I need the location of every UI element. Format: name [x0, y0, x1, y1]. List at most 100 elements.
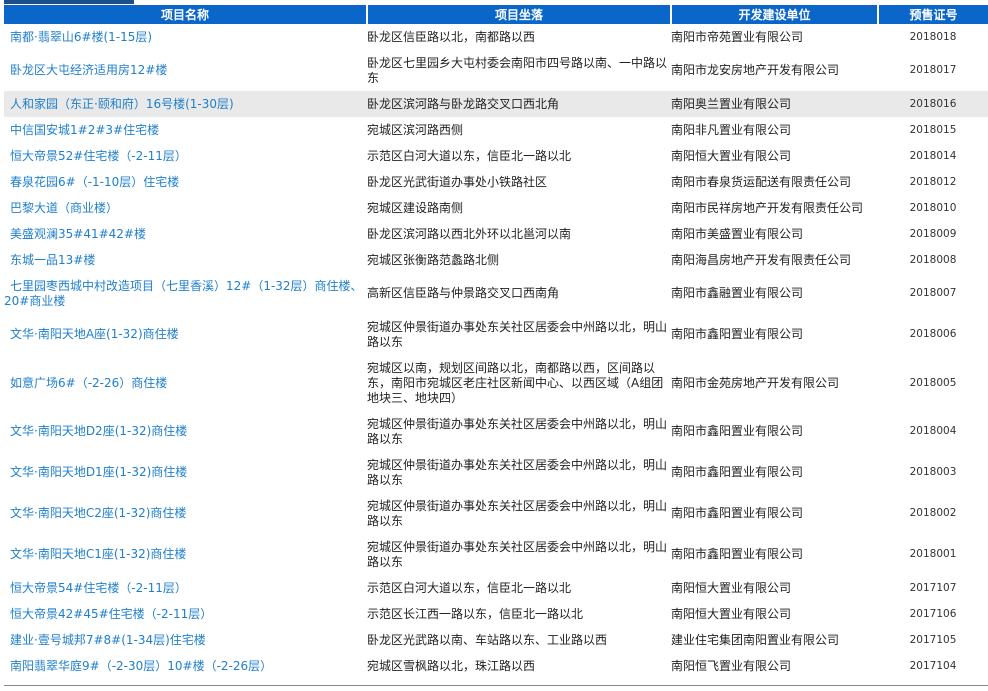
project-location: 宛城区仲景街道办事处东关社区居委会中州路以北，明山路以东 — [367, 457, 668, 487]
developer-name: 南阳恒大置业有限公司 — [671, 580, 792, 595]
section-title-bar — [4, 0, 134, 4]
presale-cert-number: 2017104 — [909, 659, 957, 672]
table-row: 恒大帝景54#住宅楼（-2-11层） 示范区白河大道以东，信臣北一路以北 南阳恒大置… — [4, 575, 988, 601]
project-location: 高新区信臣路与仲景路交叉口西南角 — [367, 286, 560, 300]
project-name-link[interactable]: 如意广场6#（-2-26）商住楼 — [4, 355, 367, 411]
project-location: 卧龙区滨河路以西北外环以北邕河以南 — [367, 226, 572, 241]
project-name-link[interactable]: 文华·南阳天地D2座(1-32)商住楼 — [4, 411, 367, 452]
developer-name: 南阳市鑫阳置业有限公司 — [671, 465, 804, 479]
project-name-link[interactable]: 文华·南阳天地C1座(1-32)商住楼 — [4, 534, 367, 575]
table-row: 人和家园（东正·颐和府）16号楼(1-30层) 卧龙区滨河路与卧龙路交叉口西北角南… — [4, 91, 988, 117]
developer-name: 南阳市美盛置业有限公司 — [671, 226, 804, 241]
project-name-link[interactable]: 人和家园（东正·颐和府）16号楼(1-30层) — [4, 91, 367, 117]
project-name-link[interactable]: 春泉花园6#（-1-10层）住宅楼 — [4, 169, 367, 195]
presale-cert-number: 2018001 — [909, 548, 957, 560]
project-location: 宛城区仲景街道办事处东关社区居委会中州路以北，明山路以东 — [367, 498, 668, 528]
developer-name: 南阳市金苑房地产开发有限公司 — [671, 375, 840, 390]
developer-name: 南阳奥兰置业有限公司 — [671, 91, 878, 117]
presale-cert-number: 2018016 — [878, 91, 988, 117]
developer-name: 建业住宅集团南阳置业有限公司 — [671, 632, 840, 647]
project-name-link[interactable]: 文华·南阳天地C2座(1-32)商住楼 — [4, 493, 367, 534]
presale-cert-number: 2018004 — [909, 425, 957, 437]
project-location: 宛城区以南，规划区间路以北，南都路以西，区间路以东，南阳市宛城区老庄社区新闻中心… — [367, 360, 664, 405]
presale-cert-number: 2017105 — [909, 633, 957, 646]
project-location: 卧龙区滨河路与卧龙路交叉口西北角 — [367, 91, 671, 117]
project-location: 宛城区仲景街道办事处东关社区居委会中州路以北，明山路以东 — [367, 319, 668, 349]
developer-name: 南阳恒飞置业有限公司 — [671, 658, 792, 673]
table-bottom-divider — [4, 685, 988, 686]
presale-cert-number: 2018002 — [909, 507, 957, 519]
table-row: 七里园枣西城中村改造项目（七里香溪）12#（1-32层）商住楼、20#商业楼 高新… — [4, 273, 988, 314]
presale-cert-number: 2018018 — [909, 30, 957, 43]
project-name-link[interactable]: 巴黎大道（商业楼） — [4, 195, 367, 221]
project-location: 示范区白河大道以东，信臣北一路以北 — [367, 148, 572, 163]
project-name-link[interactable]: 文华·南阳天地A座(1-32)商住楼 — [4, 314, 367, 355]
table-row: 建业·壹号城邦7#8#(1-34层)住宅楼 卧龙区光武路以南、车站路以东、工业路以… — [4, 627, 988, 653]
presale-cert-number: 2018017 — [909, 64, 957, 76]
table-row: 文华·南阳天地C1座(1-32)商住楼 宛城区仲景街道办事处东关社区居委会中州路以… — [4, 534, 988, 575]
project-name-link[interactable]: 恒大帝景42#45#住宅楼（-2-11层） — [4, 601, 367, 627]
project-location: 卧龙区七里园乡大屯村委会南阳市四号路以南、一中路以东 — [367, 55, 668, 85]
presale-cert-number: 2018007 — [909, 287, 957, 299]
developer-name: 南阳非凡置业有限公司 — [671, 122, 792, 137]
table-body: 南都·翡翠山6#楼(1-15层) 卧龙区信臣路以北，南都路以西 南阳市帝苑置业有限公… — [4, 24, 988, 679]
presale-cert-number: 2018005 — [909, 376, 957, 389]
table-row: 文华·南阳天地A座(1-32)商住楼 宛城区仲景街道办事处东关社区居委会中州路以北… — [4, 314, 988, 355]
presale-cert-number: 2018010 — [909, 201, 957, 214]
developer-name: 南阳市民祥房地产开发有限责任公司 — [671, 200, 864, 215]
presale-table: 项目名称 项目坐落 开发建设单位 预售证号 南都·翡翠山6#楼(1-15层) 卧龙… — [4, 5, 988, 679]
project-name-link[interactable]: 建业·壹号城邦7#8#(1-34层)住宅楼 — [4, 627, 367, 653]
table-header-row: 项目名称 项目坐落 开发建设单位 预售证号 — [4, 5, 988, 24]
developer-name: 南阳海昌房地产开发有限责任公司 — [671, 252, 852, 267]
header-project-location: 项目坐落 — [367, 5, 672, 24]
table-row: 美盛观澜35#41#42#楼 卧龙区滨河路以西北外环以北邕河以南 南阳市美盛置业有限… — [4, 221, 988, 247]
table-row: 如意广场6#（-2-26）商住楼 宛城区以南，规划区间路以北，南都路以西，区间路以… — [4, 355, 988, 411]
developer-name: 南阳市鑫阳置业有限公司 — [671, 506, 804, 520]
project-location: 示范区长江西一路以东，信臣北一路以北 — [367, 606, 584, 621]
project-location: 卧龙区光武路以南、车站路以东、工业路以西 — [367, 632, 608, 647]
project-location: 宛城区雪枫路以北，珠江路以西 — [367, 658, 536, 673]
table-row: 恒大帝景52#住宅楼（-2-11层） 示范区白河大道以东，信臣北一路以北 南阳恒大置… — [4, 143, 988, 169]
project-location: 宛城区滨河路西侧 — [367, 122, 464, 137]
project-location: 宛城区建设路南侧 — [367, 200, 464, 215]
project-name-link[interactable]: 东城一品13#楼 — [4, 247, 367, 273]
table-row: 文华·南阳天地C2座(1-32)商住楼 宛城区仲景街道办事处东关社区居委会中州路以… — [4, 493, 988, 534]
developer-name: 南阳市鑫融置业有限公司 — [671, 286, 804, 300]
table-row: 中信国安城1#2#3#住宅楼 宛城区滨河路西侧 南阳非凡置业有限公司 2018015 — [4, 117, 988, 143]
project-name-link[interactable]: 卧龙区大屯经济适用房12#楼 — [4, 50, 367, 91]
project-name-link[interactable]: 七里园枣西城中村改造项目（七里香溪）12#（1-32层）商住楼、20#商业楼 — [4, 273, 367, 314]
developer-name: 南阳市鑫阳置业有限公司 — [671, 327, 804, 341]
developer-name: 南阳市春泉货运配送有限责任公司 — [671, 174, 852, 189]
developer-name: 南阳市鑫阳置业有限公司 — [671, 424, 804, 438]
table-row: 恒大帝景42#45#住宅楼（-2-11层） 示范区长江西一路以东，信臣北一路以北 南… — [4, 601, 988, 627]
project-location: 卧龙区光武街道办事处小铁路社区 — [367, 174, 548, 189]
developer-name: 南阳市鑫阳置业有限公司 — [671, 547, 804, 561]
project-name-link[interactable]: 文华·南阳天地D1座(1-32)商住楼 — [4, 452, 367, 493]
header-project-name: 项目名称 — [4, 5, 368, 24]
project-name-link[interactable]: 南阳翡翠华庭9#（-2-30层）10#楼（-2-26层） — [4, 653, 367, 679]
project-location: 宛城区仲景街道办事处东关社区居委会中州路以北，明山路以东 — [367, 416, 668, 446]
project-location: 宛城区仲景街道办事处东关社区居委会中州路以北，明山路以东 — [367, 539, 668, 569]
project-name-link[interactable]: 恒大帝景54#住宅楼（-2-11层） — [4, 575, 367, 601]
table-row: 南都·翡翠山6#楼(1-15层) 卧龙区信臣路以北，南都路以西 南阳市帝苑置业有限公… — [4, 24, 988, 50]
table-row: 巴黎大道（商业楼） 宛城区建设路南侧 南阳市民祥房地产开发有限责任公司 2018010 — [4, 195, 988, 221]
project-location: 卧龙区信臣路以北，南都路以西 — [367, 29, 536, 44]
presale-cert-number: 2018009 — [909, 227, 957, 240]
table-row: 文华·南阳天地D2座(1-32)商住楼 宛城区仲景街道办事处东关社区居委会中州路以… — [4, 411, 988, 452]
presale-cert-number: 2018003 — [909, 466, 957, 478]
developer-name: 南阳市帝苑置业有限公司 — [671, 29, 804, 44]
presale-cert-number: 2018006 — [909, 328, 957, 340]
project-location: 示范区白河大道以东，信臣北一路以北 — [367, 580, 572, 595]
table-row: 卧龙区大屯经济适用房12#楼 卧龙区七里园乡大屯村委会南阳市四号路以南、一中路以东… — [4, 50, 988, 91]
table-row: 文华·南阳天地D1座(1-32)商住楼 宛城区仲景街道办事处东关社区居委会中州路以… — [4, 452, 988, 493]
presale-cert-number: 2017107 — [909, 581, 957, 594]
developer-name: 南阳恒大置业有限公司 — [671, 606, 792, 621]
presale-cert-number: 2018014 — [909, 149, 957, 162]
presale-cert-number: 2018012 — [909, 175, 957, 188]
project-name-link[interactable]: 恒大帝景52#住宅楼（-2-11层） — [4, 143, 367, 169]
project-name-link[interactable]: 美盛观澜35#41#42#楼 — [4, 221, 367, 247]
developer-name: 南阳市龙安房地产开发有限公司 — [671, 63, 840, 77]
project-name-link[interactable]: 南都·翡翠山6#楼(1-15层) — [4, 24, 367, 50]
project-name-link[interactable]: 中信国安城1#2#3#住宅楼 — [4, 117, 367, 143]
project-location: 宛城区张衡路范蠡路北侧 — [367, 252, 500, 267]
